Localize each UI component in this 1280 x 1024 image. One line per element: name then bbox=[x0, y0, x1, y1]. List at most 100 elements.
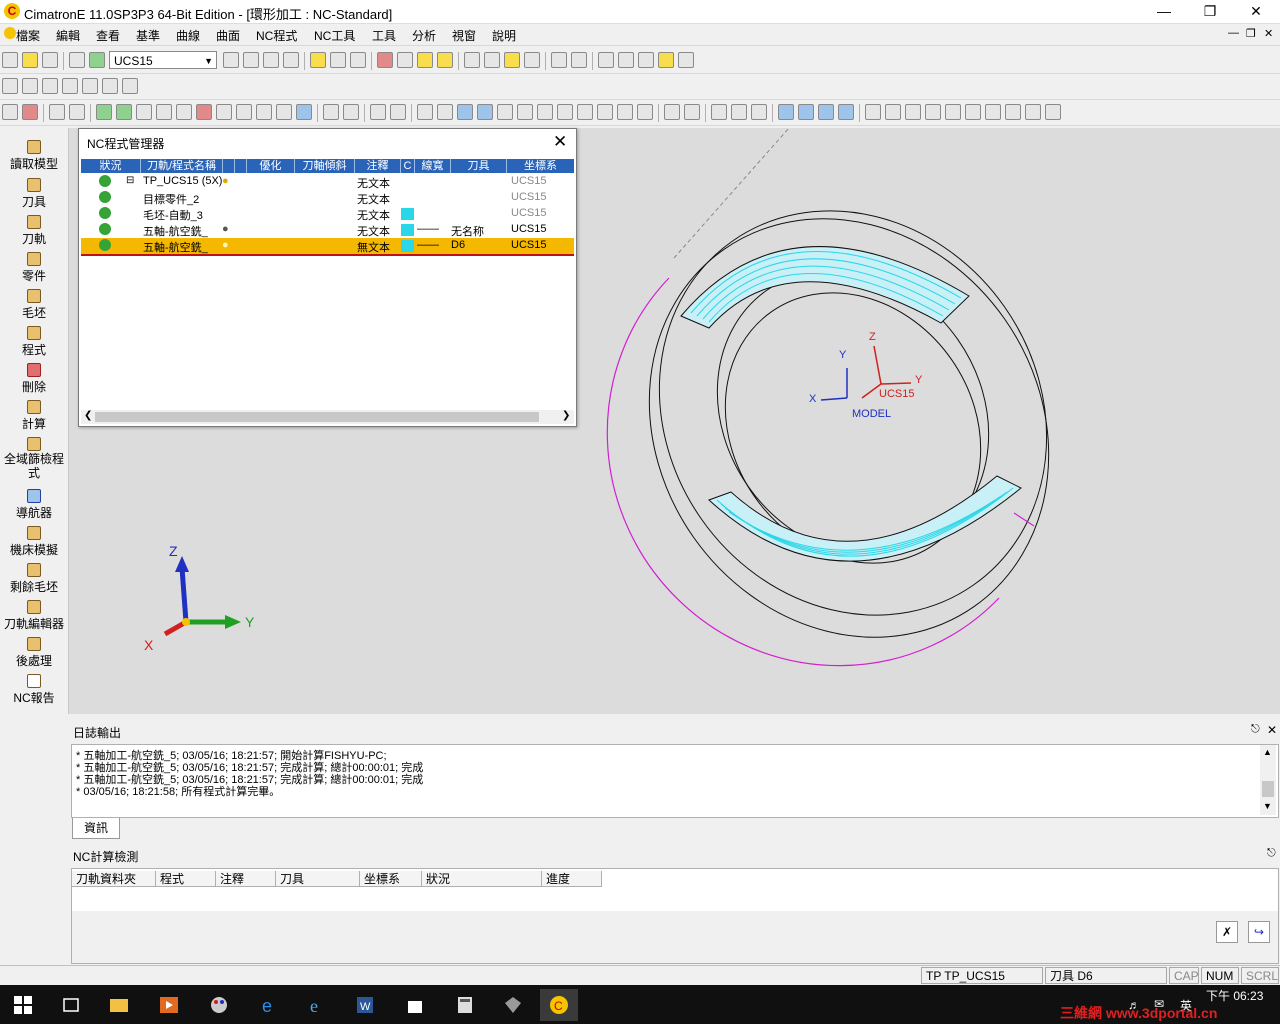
blank-icon[interactable] bbox=[437, 52, 453, 68]
trim-icon[interactable] bbox=[945, 104, 961, 120]
sketch-icon[interactable] bbox=[417, 52, 433, 68]
surface-2-icon[interactable] bbox=[731, 104, 747, 120]
filter-6-icon[interactable] bbox=[196, 104, 212, 120]
arc-icon[interactable] bbox=[985, 104, 1001, 120]
col-blank-2[interactable] bbox=[235, 159, 247, 173]
guide-execute[interactable]: 計算 bbox=[0, 400, 68, 432]
color-swatch[interactable] bbox=[401, 224, 414, 236]
curve-icon[interactable] bbox=[684, 104, 700, 120]
table-row[interactable]: 五軸-航空銑_ ● 无文本 —— 无名称 UCS15 bbox=[81, 222, 574, 238]
filter-8-icon[interactable] bbox=[236, 104, 252, 120]
close-icon[interactable]: ✕ bbox=[1267, 723, 1277, 737]
nc-manager-header[interactable]: NC程式管理器 ✕ bbox=[79, 129, 576, 155]
close-icon[interactable]: ✕ bbox=[553, 132, 567, 152]
menu-view[interactable]: 查看 bbox=[96, 27, 120, 44]
media-player-icon[interactable] bbox=[150, 989, 188, 1021]
paste-icon[interactable] bbox=[678, 52, 694, 68]
menu-file[interactable]: 檔案 bbox=[16, 27, 40, 44]
chevron-down-icon[interactable]: ▼ bbox=[1263, 801, 1272, 811]
box-edges-icon[interactable] bbox=[82, 78, 98, 94]
cad-app-icon[interactable] bbox=[494, 989, 532, 1021]
col-ucs[interactable]: 坐標系 bbox=[360, 871, 422, 887]
query-icon[interactable] bbox=[370, 104, 386, 120]
stop-icon[interactable]: ✗ bbox=[1216, 921, 1238, 943]
surface-icon[interactable] bbox=[711, 104, 727, 120]
guide-global-filter[interactable]: 全域篩檢程式 bbox=[0, 437, 68, 480]
menu-analysis[interactable]: 分析 bbox=[412, 27, 436, 44]
bulb-icon[interactable]: ● bbox=[222, 175, 229, 187]
filter-7-icon[interactable] bbox=[216, 104, 232, 120]
table-row-selected[interactable]: 五軸-航空銑_ ● 無文本 —— D6 UCS15 bbox=[81, 238, 574, 256]
zoom-all-icon[interactable] bbox=[223, 52, 239, 68]
guide-navigator[interactable]: 導航器 bbox=[0, 489, 68, 521]
scrollbar-thumb[interactable] bbox=[1262, 781, 1274, 797]
document-icon[interactable] bbox=[4, 27, 16, 39]
calculator-icon[interactable] bbox=[446, 989, 484, 1021]
col-tool[interactable]: 刀具 bbox=[451, 159, 507, 173]
col-optimize[interactable]: 優化 bbox=[247, 159, 295, 173]
menu-nc-tools[interactable]: NC工具 bbox=[314, 27, 355, 44]
select-icon[interactable] bbox=[2, 104, 18, 120]
table-row[interactable]: 毛坯-自動_3 无文本 UCS15 bbox=[81, 206, 574, 222]
circle-2-icon[interactable] bbox=[905, 104, 921, 120]
filter-11-icon[interactable] bbox=[296, 104, 312, 120]
axis-4-icon[interactable] bbox=[838, 104, 854, 120]
wireframe-icon[interactable] bbox=[22, 78, 38, 94]
menu-edit[interactable]: 編輯 bbox=[56, 27, 80, 44]
edge-browser-icon[interactable]: e bbox=[250, 989, 288, 1021]
render-mode-icon[interactable] bbox=[350, 52, 366, 68]
bulb-on-icon[interactable] bbox=[504, 52, 520, 68]
panel-icon[interactable] bbox=[477, 104, 493, 120]
sheet-icon[interactable] bbox=[397, 52, 413, 68]
vertical-scrollbar[interactable]: ▲ ▼ bbox=[1260, 745, 1276, 815]
menu-curve[interactable]: 曲線 bbox=[176, 27, 200, 44]
filter-9-icon[interactable] bbox=[256, 104, 272, 120]
axis-3-icon[interactable] bbox=[818, 104, 834, 120]
collapse-icon[interactable]: ⊟ bbox=[126, 175, 134, 186]
horizontal-scrollbar[interactable]: ❮ ❯ bbox=[81, 410, 574, 424]
menu-surface[interactable]: 曲面 bbox=[216, 27, 240, 44]
zoom-window-icon[interactable] bbox=[243, 52, 259, 68]
col-procedure[interactable]: 程式 bbox=[156, 871, 216, 887]
measure-icon[interactable] bbox=[618, 52, 634, 68]
col-linewidth[interactable]: 線寬 bbox=[415, 159, 451, 173]
guide-post-process[interactable]: 後處理 bbox=[0, 637, 68, 669]
pin-icon[interactable]: ⎋ bbox=[1251, 723, 1260, 736]
col-blank-1[interactable] bbox=[223, 159, 235, 173]
copy-icon[interactable] bbox=[658, 52, 674, 68]
bulb-off-icon[interactable] bbox=[524, 52, 540, 68]
guide-delete[interactable]: 刪除 bbox=[0, 363, 68, 395]
layout-2-icon[interactable] bbox=[637, 104, 653, 120]
offset-icon[interactable] bbox=[1005, 104, 1021, 120]
color-swatch[interactable] bbox=[401, 240, 414, 252]
guide-read-model[interactable]: 讀取模型 bbox=[0, 140, 68, 172]
query-2-icon[interactable] bbox=[390, 104, 406, 120]
guide-part[interactable]: 零件 bbox=[0, 252, 68, 284]
select-box-icon[interactable] bbox=[49, 104, 65, 120]
guide-stock[interactable]: 毛坯 bbox=[0, 289, 68, 321]
box-shaded-icon[interactable] bbox=[102, 78, 118, 94]
box-icon[interactable] bbox=[62, 78, 78, 94]
stock-small-icon[interactable] bbox=[597, 104, 613, 120]
gear-icon[interactable] bbox=[577, 104, 593, 120]
node-icon[interactable] bbox=[537, 104, 553, 120]
circle-icon[interactable] bbox=[517, 104, 533, 120]
col-name[interactable]: 刀軌/程式名稱 bbox=[141, 159, 223, 173]
line-icon[interactable] bbox=[865, 104, 881, 120]
menu-datum[interactable]: 基準 bbox=[136, 27, 160, 44]
layer-icon[interactable] bbox=[377, 52, 393, 68]
col-status[interactable]: 狀況 bbox=[422, 871, 542, 887]
table-row[interactable]: ⊟ TP_UCS15 (5X) ● 无文本 UCS15 bbox=[81, 174, 574, 190]
windows-start-icon[interactable] bbox=[4, 989, 42, 1021]
ie-browser-icon[interactable]: e bbox=[298, 989, 336, 1021]
log-body[interactable]: * 五軸加工-航空銑_5; 03/05/16; 18:21:57; 開始計算FI… bbox=[71, 744, 1279, 818]
pointer-2-icon[interactable] bbox=[343, 104, 359, 120]
filter-green-2-icon[interactable] bbox=[116, 104, 132, 120]
menu-tools[interactable]: 工具 bbox=[372, 27, 396, 44]
table-icon[interactable] bbox=[437, 104, 453, 120]
guide-remaining-stock[interactable]: 剩餘毛坯 bbox=[0, 563, 68, 595]
ucs-activate-icon[interactable] bbox=[89, 52, 105, 68]
cross-icon[interactable] bbox=[965, 104, 981, 120]
minimize-icon[interactable]: — bbox=[1144, 2, 1184, 20]
guide-procedure[interactable]: 程式 bbox=[0, 326, 68, 358]
